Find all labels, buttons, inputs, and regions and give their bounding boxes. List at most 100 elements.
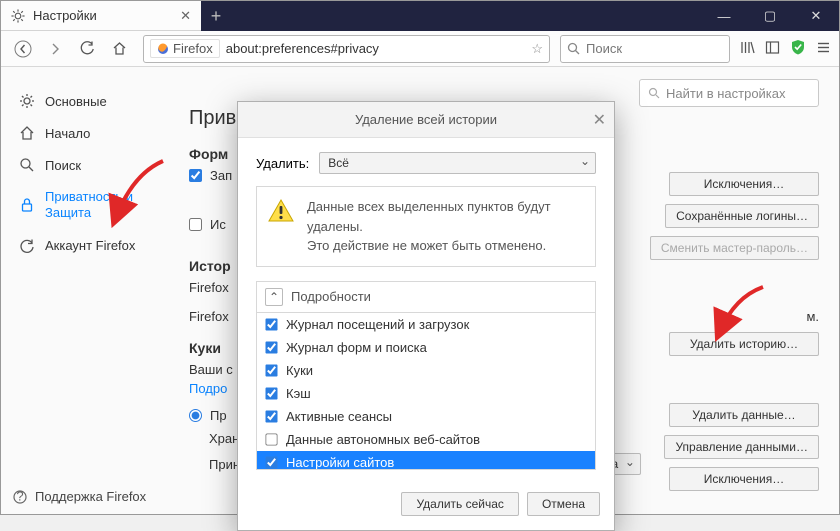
- warning-icon: [267, 197, 295, 231]
- url-input[interactable]: [226, 41, 526, 56]
- details-list[interactable]: Журнал посещений и загрузок Журнал форм и…: [257, 313, 595, 469]
- support-link[interactable]: ? Поддержка Firefox: [13, 489, 146, 504]
- new-tab-button[interactable]: +: [201, 1, 231, 31]
- delete-data-button[interactable]: Удалить данные…: [669, 403, 819, 427]
- details-item-label: Настройки сайтов: [286, 455, 394, 469]
- sidebar-item-general[interactable]: Основные: [13, 85, 167, 117]
- cancel-button[interactable]: Отмена: [527, 492, 600, 516]
- browser-toolbar: Firefox ☆ Поиск: [1, 31, 839, 67]
- url-bar[interactable]: Firefox ☆: [143, 35, 550, 63]
- remember-logins-checkbox[interactable]: [189, 169, 202, 182]
- history-remember-prefix: Firefox: [189, 309, 229, 324]
- cookies-usage-text: Ваши с: [189, 362, 233, 377]
- details-item-checkbox[interactable]: [265, 364, 277, 376]
- browser-tab[interactable]: Настройки ✕: [1, 1, 201, 31]
- details-item[interactable]: Журнал форм и поиска: [257, 336, 595, 359]
- details-toggle-icon[interactable]: ⌃: [265, 288, 283, 306]
- home-button[interactable]: [105, 35, 133, 63]
- tab-close-icon[interactable]: ✕: [180, 8, 191, 24]
- sidebar-item-label: Аккаунт Firefox: [45, 238, 135, 253]
- sync-icon: [19, 238, 35, 254]
- details-item-label: Куки: [286, 363, 313, 378]
- change-master-button[interactable]: Сменить мастер-пароль…: [650, 236, 819, 260]
- clear-history-dialog: Удаление всей истории ✕ Удалить: Всё Дан…: [237, 101, 615, 531]
- bookmark-star-icon[interactable]: ☆: [531, 41, 543, 57]
- cookies-learn-more[interactable]: Подро: [189, 381, 227, 396]
- lock-icon: [19, 197, 35, 213]
- details-item-checkbox[interactable]: [265, 318, 277, 330]
- search-icon: [19, 157, 35, 173]
- sidebar-item-label: Начало: [45, 126, 90, 141]
- forward-button[interactable]: [41, 35, 69, 63]
- details-item-label: Данные автономных веб-сайтов: [286, 432, 480, 447]
- details-box: ⌃ Подробности Журнал посещений и загрузо…: [256, 281, 596, 470]
- details-item-checkbox[interactable]: [265, 341, 277, 353]
- settings-sidebar: Основные Начало Поиск Приватность и Защи…: [1, 67, 171, 514]
- history-remember-suffix: м.: [806, 309, 819, 324]
- reload-button[interactable]: [73, 35, 101, 63]
- use-master-label: Ис: [210, 217, 226, 232]
- dialog-footer: Удалить сейчас Отмена: [238, 482, 614, 530]
- sidebar-item-account[interactable]: Аккаунт Firefox: [13, 230, 167, 262]
- details-item-checkbox[interactable]: [265, 456, 277, 468]
- sidebar-toggle-icon[interactable]: [765, 40, 780, 58]
- sidebar-item-search[interactable]: Поиск: [13, 149, 167, 181]
- exceptions-button[interactable]: Исключения…: [669, 172, 819, 196]
- use-master-checkbox[interactable]: [189, 218, 202, 231]
- details-item-checkbox[interactable]: [265, 387, 277, 399]
- help-icon: ?: [13, 490, 27, 504]
- details-item-checkbox[interactable]: [265, 433, 277, 445]
- sidebar-item-label: Поиск: [45, 158, 81, 173]
- details-item[interactable]: Активные сеансы: [257, 405, 595, 428]
- svg-text:?: ?: [16, 490, 23, 504]
- accept-cookies-radio[interactable]: [189, 409, 202, 422]
- search-bar[interactable]: Поиск: [560, 35, 730, 63]
- library-icon[interactable]: [740, 40, 755, 58]
- details-item[interactable]: Настройки сайтов: [257, 451, 595, 469]
- details-item-label: Журнал форм и поиска: [286, 340, 427, 355]
- details-label: Подробности: [291, 289, 371, 304]
- dialog-titlebar: Удаление всей истории ✕: [238, 102, 614, 138]
- home-icon: [19, 125, 35, 141]
- details-item-label: Активные сеансы: [286, 409, 392, 424]
- accept-cookies-label: Пр: [210, 408, 227, 423]
- window-controls: — ▢ ✕: [701, 1, 839, 31]
- delete-now-button[interactable]: Удалить сейчас: [401, 492, 518, 516]
- time-range-label: Удалить:: [256, 156, 309, 171]
- sidebar-item-privacy[interactable]: Приватность и Защита: [13, 181, 167, 230]
- warning-line1: Данные всех выделенных пунктов будут уда…: [307, 197, 585, 236]
- details-item-label: Журнал посещений и загрузок: [286, 317, 469, 332]
- details-item[interactable]: Данные автономных веб-сайтов: [257, 428, 595, 451]
- toolbar-icons: [740, 39, 831, 58]
- dialog-close-button[interactable]: ✕: [593, 110, 606, 130]
- shield-icon[interactable]: [790, 39, 806, 58]
- support-label: Поддержка Firefox: [35, 489, 146, 504]
- warning-box: Данные всех выделенных пунктов будут уда…: [256, 186, 596, 267]
- identity-chip[interactable]: Firefox: [150, 39, 220, 58]
- details-item-label: Кэш: [286, 386, 311, 401]
- search-icon: [648, 87, 660, 99]
- details-item[interactable]: Куки: [257, 359, 595, 382]
- find-in-settings[interactable]: Найти в настройках: [639, 79, 819, 107]
- delete-history-button[interactable]: Удалить историю…: [669, 332, 819, 356]
- details-item[interactable]: Кэш: [257, 382, 595, 405]
- cookies-exceptions-button[interactable]: Исключения…: [669, 467, 819, 491]
- window-maximize[interactable]: ▢: [747, 1, 793, 31]
- settings-tab-icon: [11, 9, 25, 23]
- identity-label: Firefox: [173, 41, 213, 56]
- manage-data-button[interactable]: Управление данными…: [664, 435, 819, 459]
- window-close[interactable]: ✕: [793, 1, 839, 31]
- details-item-checkbox[interactable]: [265, 410, 277, 422]
- sidebar-item-label: Приватность и Защита: [45, 189, 161, 222]
- find-placeholder: Найти в настройках: [666, 86, 786, 101]
- menu-icon[interactable]: [816, 40, 831, 58]
- time-range-select[interactable]: Всё: [319, 152, 596, 174]
- sidebar-item-home[interactable]: Начало: [13, 117, 167, 149]
- window-minimize[interactable]: —: [701, 1, 747, 31]
- saved-logins-button[interactable]: Сохранённые логины…: [665, 204, 819, 228]
- details-item[interactable]: Журнал посещений и загрузок: [257, 313, 595, 336]
- remember-logins-label: Зап: [210, 168, 232, 183]
- details-header[interactable]: ⌃ Подробности: [257, 282, 595, 313]
- back-button[interactable]: [9, 35, 37, 63]
- firefox-icon: [157, 43, 169, 55]
